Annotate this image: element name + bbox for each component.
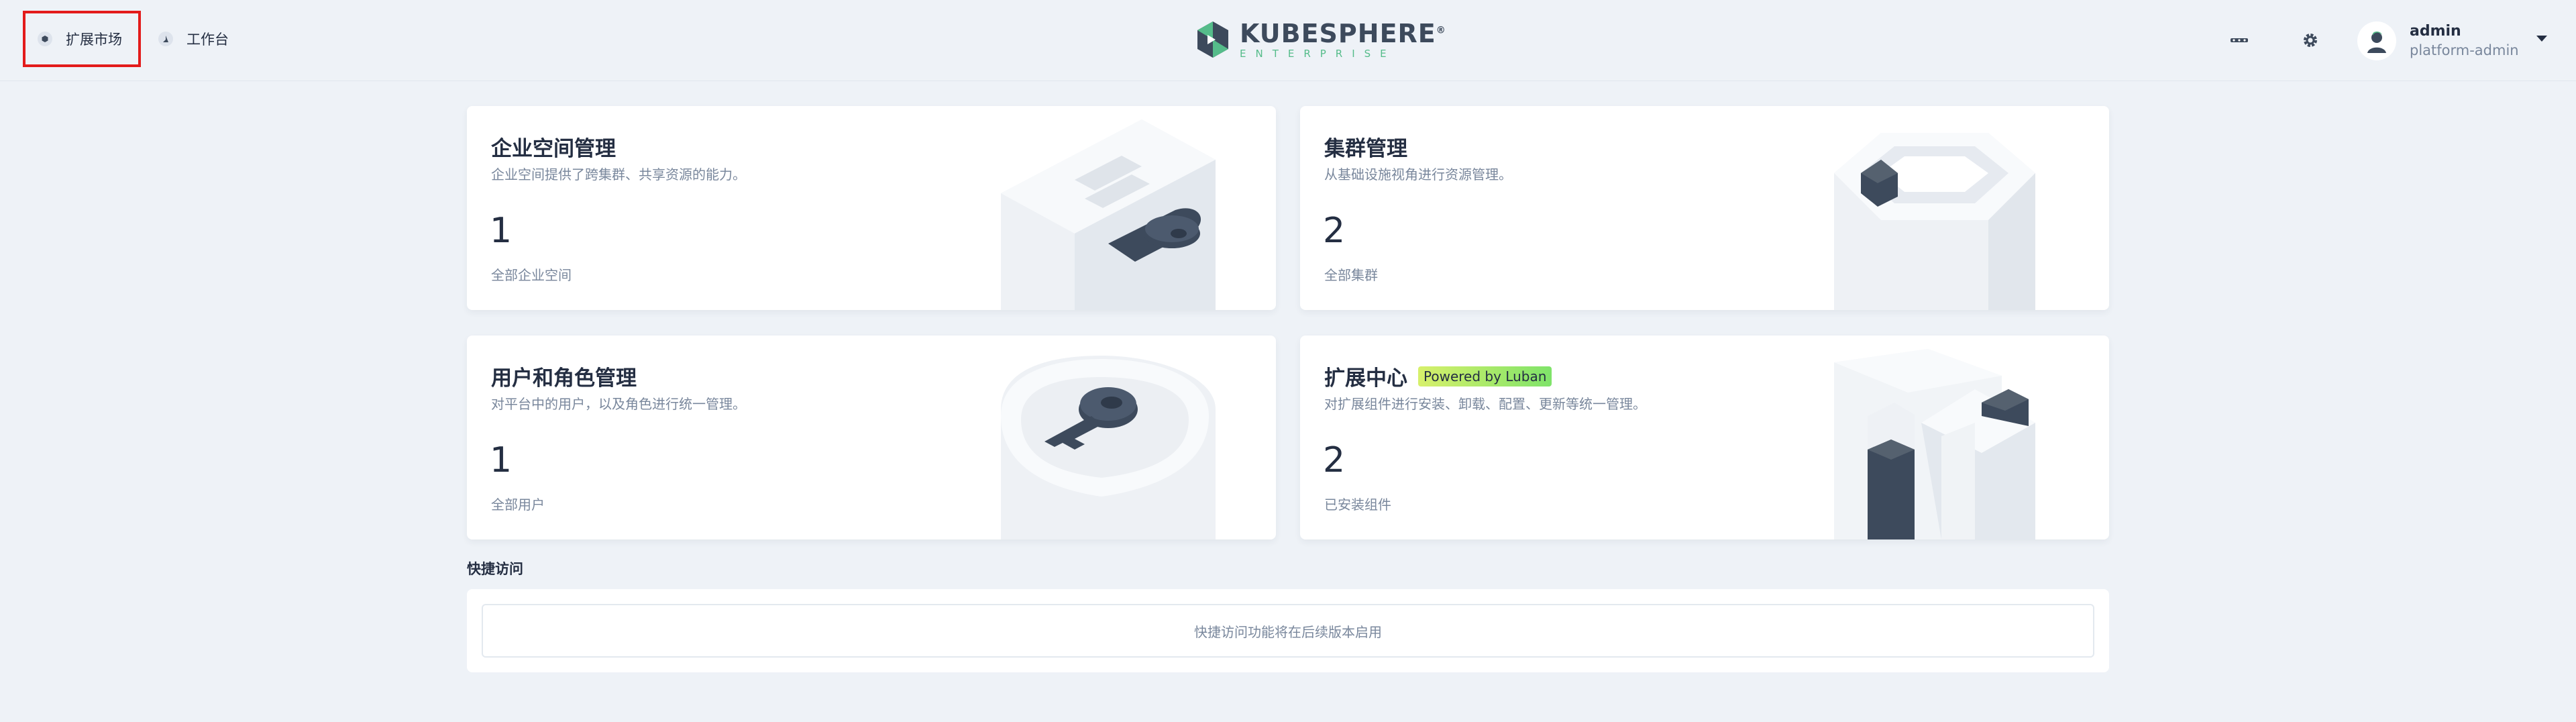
card-count: 1 xyxy=(490,211,513,251)
card-label: 已安装组件 xyxy=(1324,497,1391,513)
quick-access-empty-text: 快捷访问功能将在后续版本启用 xyxy=(482,604,2094,658)
logo-text: KUBESPHERE xyxy=(1240,18,1436,48)
user-menu[interactable]: admin platform-admin xyxy=(2357,20,2519,62)
cluster-illustration xyxy=(1834,133,2035,310)
cluster-management-card[interactable]: 集群管理 从基础设施视角进行资源管理。 2 全部集群 xyxy=(1300,106,2109,310)
logo-subtext: ENTERPRISE xyxy=(1240,47,1396,60)
nav-workbench-label: 工作台 xyxy=(186,32,229,48)
chevron-down-icon[interactable] xyxy=(2536,35,2548,43)
user-illustration xyxy=(1001,356,1216,539)
workbench-icon xyxy=(158,32,173,46)
nav-extension-market[interactable]: 扩展市场 xyxy=(38,21,122,56)
card-count: 2 xyxy=(1323,440,1346,480)
kubesphere-logo-icon xyxy=(1197,21,1228,58)
workspace-illustration xyxy=(1001,119,1216,310)
settings-button[interactable] xyxy=(2296,25,2325,55)
card-label: 全部企业空间 xyxy=(491,267,572,283)
card-title-row: 扩展中心 Powered by Luban xyxy=(1324,361,1552,391)
card-title: 扩展中心 xyxy=(1324,366,1407,391)
card-description: 企业空间提供了跨集群、共享资源的能力。 xyxy=(491,166,746,183)
card-description: 对扩展组件进行安装、卸载、配置、更新等统一管理。 xyxy=(1324,396,1646,412)
kubesphere-logo[interactable]: KUBESPHERE® ENTERPRISE xyxy=(1195,17,1446,62)
card-description: 从基础设施视角进行资源管理。 xyxy=(1324,166,1512,183)
powered-by-badge: Powered by Luban xyxy=(1418,366,1552,386)
card-label: 全部集群 xyxy=(1324,267,1378,283)
card-label: 全部用户 xyxy=(491,497,545,513)
card-count: 2 xyxy=(1323,211,1346,251)
more-icon xyxy=(2231,38,2248,42)
card-title: 企业空间管理 xyxy=(491,137,616,161)
top-header: 扩展市场 工作台 KUBESPHERE® ENTERPRISE admin pl… xyxy=(0,0,2576,81)
logo-registered: ® xyxy=(1436,24,1446,36)
user-role-management-card[interactable]: 用户和角色管理 对平台中的用户，以及角色进行统一管理。 1 全部用户 xyxy=(467,336,1276,539)
user-name: admin xyxy=(2410,23,2461,40)
quick-access-title: 快捷访问 xyxy=(467,561,523,577)
extension-market-icon xyxy=(38,32,52,46)
gear-icon xyxy=(2304,34,2317,47)
extension-illustration xyxy=(1834,349,2035,539)
card-count: 1 xyxy=(490,440,513,480)
card-title: 集群管理 xyxy=(1324,137,1407,161)
avatar-icon xyxy=(2367,32,2386,53)
workspace-management-card[interactable]: 企业空间管理 企业空间提供了跨集群、共享资源的能力。 1 全部企业空间 xyxy=(467,106,1276,310)
card-description: 对平台中的用户，以及角色进行统一管理。 xyxy=(491,396,746,412)
more-button[interactable] xyxy=(2224,25,2254,55)
user-role: platform-admin xyxy=(2410,42,2519,58)
nav-extension-market-label: 扩展市场 xyxy=(66,32,122,48)
avatar xyxy=(2357,21,2396,60)
extension-center-card[interactable]: 扩展中心 Powered by Luban 对扩展组件进行安装、卸载、配置、更新… xyxy=(1300,336,2109,539)
quick-access-panel: 快捷访问功能将在后续版本启用 xyxy=(467,589,2109,672)
nav-workbench[interactable]: 工作台 xyxy=(158,21,229,56)
card-title: 用户和角色管理 xyxy=(491,366,637,391)
